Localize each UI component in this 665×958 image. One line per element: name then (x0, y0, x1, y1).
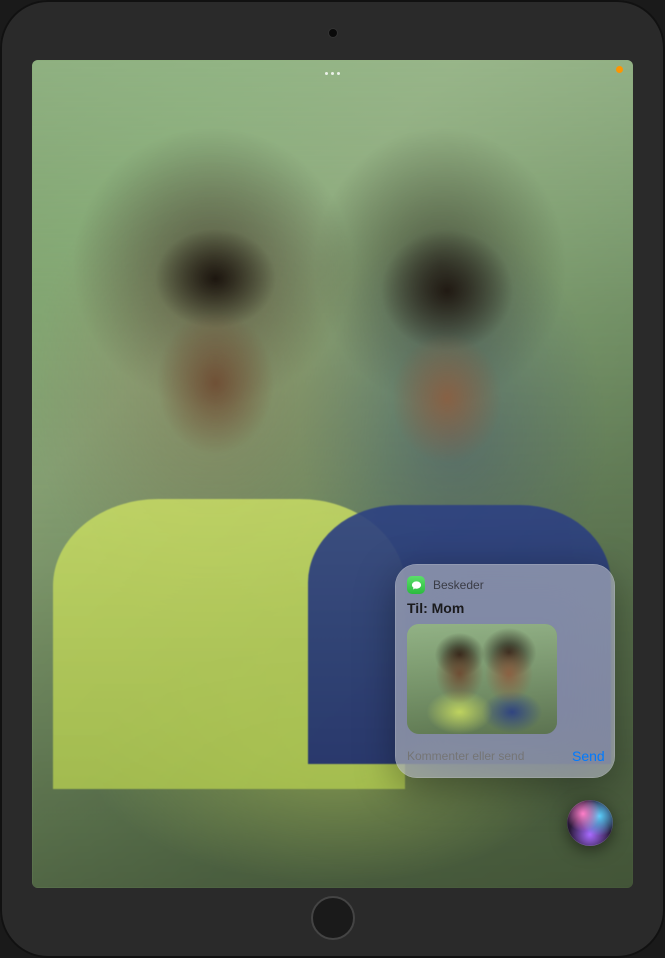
recipient-line: Til: Mom (407, 600, 603, 616)
home-button[interactable] (311, 896, 355, 940)
card-footer: Send (407, 744, 603, 768)
messages-app-icon (407, 576, 425, 594)
card-header: Beskeder (407, 576, 603, 594)
siri-messages-card[interactable]: Beskeder Til: Mom Send (395, 564, 615, 778)
front-camera (328, 28, 338, 38)
app-name-label: Beskeder (433, 578, 484, 592)
comment-input[interactable] (407, 745, 562, 767)
ipad-device-frame: Beskeder Til: Mom Send (0, 0, 665, 958)
siri-orb-icon[interactable] (567, 800, 613, 846)
privacy-indicator-icon (616, 66, 623, 73)
recipient-name: Mom (432, 600, 465, 616)
send-button[interactable]: Send (570, 744, 607, 768)
status-bar (32, 64, 633, 84)
screen: Beskeder Til: Mom Send (32, 60, 633, 888)
multitasking-dots-icon[interactable] (324, 72, 342, 76)
attachment-thumbnail[interactable] (407, 624, 557, 734)
recipient-prefix: Til: (407, 600, 428, 616)
